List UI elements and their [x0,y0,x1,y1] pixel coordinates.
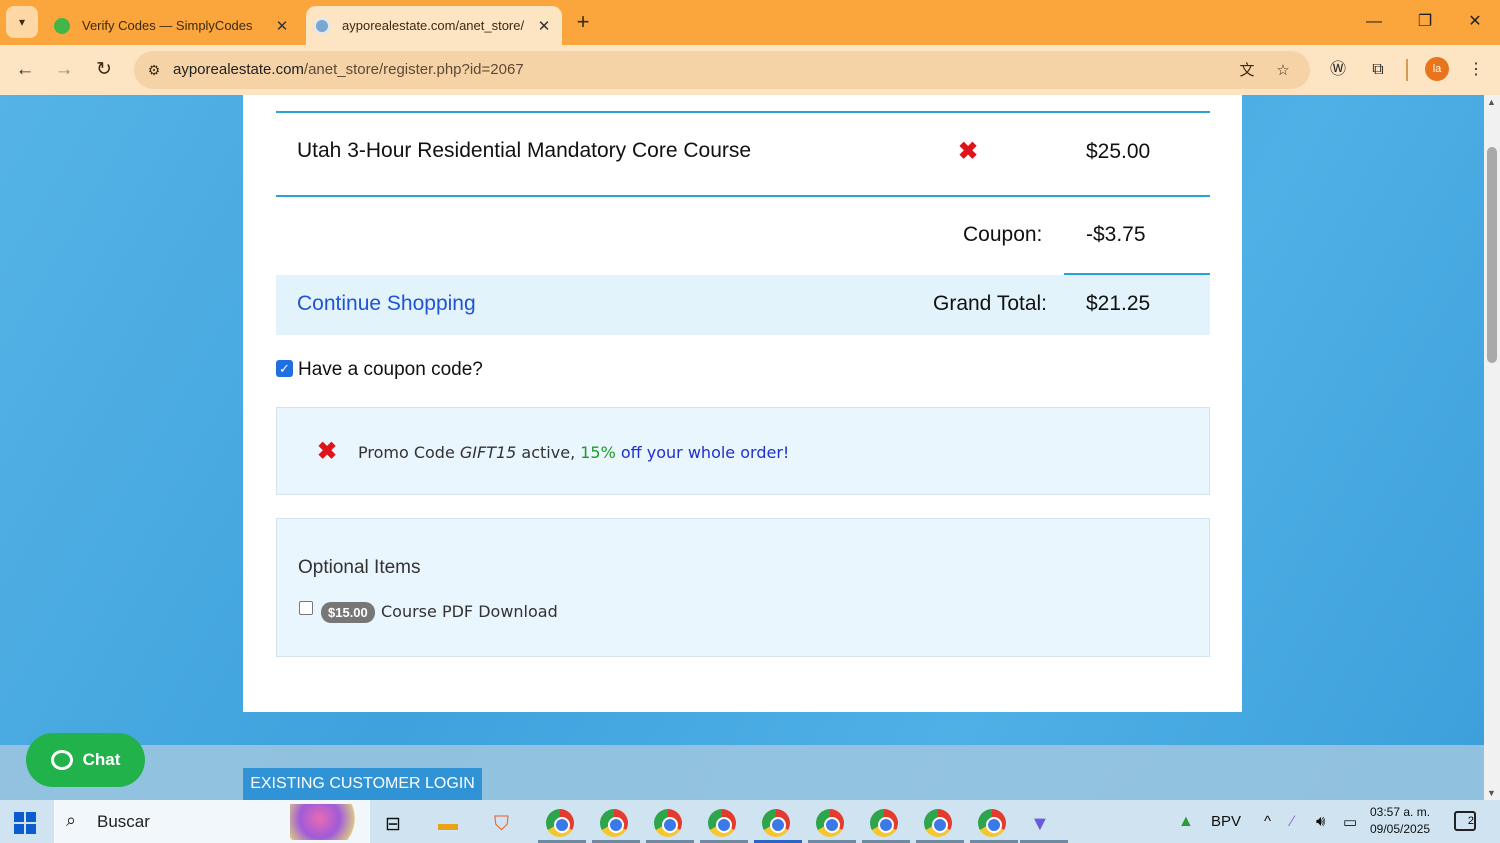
tab-ayporealestate[interactable]: ayporealestate.com/anet_store/ ✕ [306,6,562,45]
lower-band [0,745,1484,800]
promo-active: active, [516,443,581,462]
optional-item-price-badge: $15.00 [321,602,375,623]
search-icon: ⌕ [66,810,77,830]
scrollbar-thumb[interactable] [1487,147,1497,363]
cart-item-price: $25.00 [1086,140,1151,163]
url-text[interactable]: ayporealestate.com/anet_store/register.p… [173,61,524,78]
coupon-question-label[interactable]: Have a coupon code? [298,359,483,381]
task-view-icon[interactable]: ⊟ [385,813,401,836]
speaker-icon[interactable]: 🔊︎ [1316,813,1325,830]
promo-code: GIFT15 [459,443,517,462]
cart-card: Utah 3-Hour Residential Mandatory Core C… [243,95,1242,712]
chrome-profile-la-icon[interactable] [762,809,790,837]
vpn-app-icon[interactable]: ▼ [1030,813,1050,836]
extension-w-icon[interactable]: Ⓦ [1326,58,1350,82]
optional-item-checkbox[interactable] [299,601,313,615]
chrome-profile-c-icon[interactable] [600,809,628,837]
chrome-profile-e2-icon[interactable] [816,809,844,837]
close-tab-icon[interactable]: ✕ [532,17,556,35]
grand-total-value: $21.25 [1086,292,1151,315]
tab-title: ayporealestate.com/anet_store/ [342,18,525,33]
coupon-checkbox[interactable]: ✓ [276,360,293,377]
network-icon[interactable]: ▭ [1343,813,1357,831]
brave-browser-icon[interactable]: ⛉ [494,813,509,836]
notification-count: 2 [1467,815,1474,827]
chevron-down-icon: ▾ [18,15,26,29]
site-info-icon[interactable]: ⚙ [144,60,164,80]
promo-rest: off your whole order! [615,443,790,462]
url-domain: ayporealestate.com [173,61,304,78]
toolbar-separator [1406,59,1408,81]
chat-button[interactable]: Chat [26,733,145,787]
extensions-puzzle-icon[interactable]: ⧉ [1366,58,1390,82]
translate-icon[interactable]: 文 [1236,60,1258,82]
chrome-profile-photo-icon[interactable] [870,809,898,837]
grand-total-label: Grand Total: [933,292,1048,315]
address-bar[interactable]: ⚙ ayporealestate.com/anet_store/register… [134,51,1310,89]
chrome-profile-y-icon[interactable] [546,809,574,837]
reload-icon[interactable]: ↻ [91,57,117,83]
scroll-down-arrow-icon[interactable]: ▼ [1487,788,1496,798]
optional-item-label[interactable]: Course PDF Download [381,602,558,621]
page-scrollbar[interactable]: ▲ ▼ [1484,95,1500,800]
profile-avatar[interactable]: la [1425,57,1449,81]
search-highlight-art-icon [290,804,364,840]
back-arrow-icon[interactable]: ← [12,57,38,83]
optional-items-title: Optional Items [298,557,421,578]
chat-label: Chat [82,750,121,769]
page-viewport: Utah 3-Hour Residential Mandatory Core C… [0,95,1484,800]
cart-item-name: Utah 3-Hour Residential Mandatory Core C… [297,139,752,162]
browser-tab-bar: ▾ Verify Codes — SimplyCodes ✕ ayporeale… [0,0,1500,45]
tray-ticker-label[interactable]: BPV [1211,813,1241,830]
existing-customer-login-button[interactable]: EXISTING CUSTOMER LOGIN [243,768,482,800]
chrome-profile-i-icon[interactable] [924,809,952,837]
close-tab-icon[interactable]: ✕ [270,17,294,35]
promo-code-box: ✖ Promo Code GIFT15 active, 15% off your… [276,407,1210,495]
taskbar-search-box[interactable]: ⌕ Buscar [54,800,370,843]
chrome-profile-e-icon[interactable] [654,809,682,837]
new-tab-plus-icon[interactable]: + [570,9,596,35]
continue-shopping-link[interactable]: Continue Shopping [297,292,476,316]
notification-icon[interactable]: 2 [1454,811,1476,831]
coupon-discount: -$3.75 [1086,223,1146,246]
browser-toolbar: ← → ↻ ⚙ ayporealestate.com/anet_store/re… [0,45,1500,95]
coupon-label: Coupon: [963,223,1043,246]
pen-icon[interactable]: ∕ [1291,813,1294,830]
tab-title: Verify Codes — SimplyCodes [82,18,253,33]
simplycodes-favicon-icon [54,17,70,34]
promo-prefix: Promo Code [358,443,460,462]
optional-items-box: Optional Items $15.00 Course PDF Downloa… [276,518,1210,657]
minimize-icon[interactable]: — [1351,8,1397,36]
divider [276,195,1210,197]
kebab-menu-icon[interactable]: ⋮ [1464,58,1488,82]
clock-date: 09/05/2025 [1370,822,1431,836]
url-path: /anet_store/register.php?id=2067 [303,61,524,78]
restore-icon[interactable]: ❐ [1402,8,1448,36]
file-explorer-icon[interactable]: ▬ [438,813,458,836]
taskbar-clock[interactable]: 03:57 a. m. 09/05/2025 [1370,804,1430,838]
close-window-icon[interactable]: ✕ [1452,8,1498,36]
forward-arrow-icon[interactable]: → [51,57,77,83]
stock-chart-icon[interactable]: ▲ [1178,813,1194,831]
remove-item-x-icon[interactable]: ✖ [958,139,978,165]
windows-taskbar: ⌕ Buscar ⊟ ▬ ⛉ ▼ ▲ BPV ^ ∕ 🔊︎ ▭ 03:57 a.… [0,800,1500,843]
globe-favicon-icon [314,17,330,34]
chat-bubble-icon [50,750,73,770]
windows-start-icon[interactable] [14,812,36,834]
clock-time: 03:57 a. m. [1370,805,1431,819]
chrome-profile-dark-icon[interactable] [978,809,1006,837]
promo-message: Promo Code GIFT15 active, 15% off your w… [358,443,789,462]
grand-total-row: Continue Shopping Grand Total: $21.25 [276,275,1210,335]
chevron-up-icon[interactable]: ^ [1264,813,1271,830]
tab-search-button[interactable]: ▾ [6,6,38,38]
scroll-up-arrow-icon[interactable]: ▲ [1487,97,1496,107]
chrome-profile-s-icon[interactable] [708,809,736,837]
bookmark-star-icon[interactable]: ☆ [1272,60,1294,82]
tab-simplycodes[interactable]: Verify Codes — SimplyCodes ✕ [46,6,300,45]
taskbar-search-placeholder: Buscar [97,812,150,831]
remove-promo-x-icon[interactable]: ✖ [317,439,337,465]
promo-percent: 15% [580,443,616,462]
divider [276,111,1210,113]
